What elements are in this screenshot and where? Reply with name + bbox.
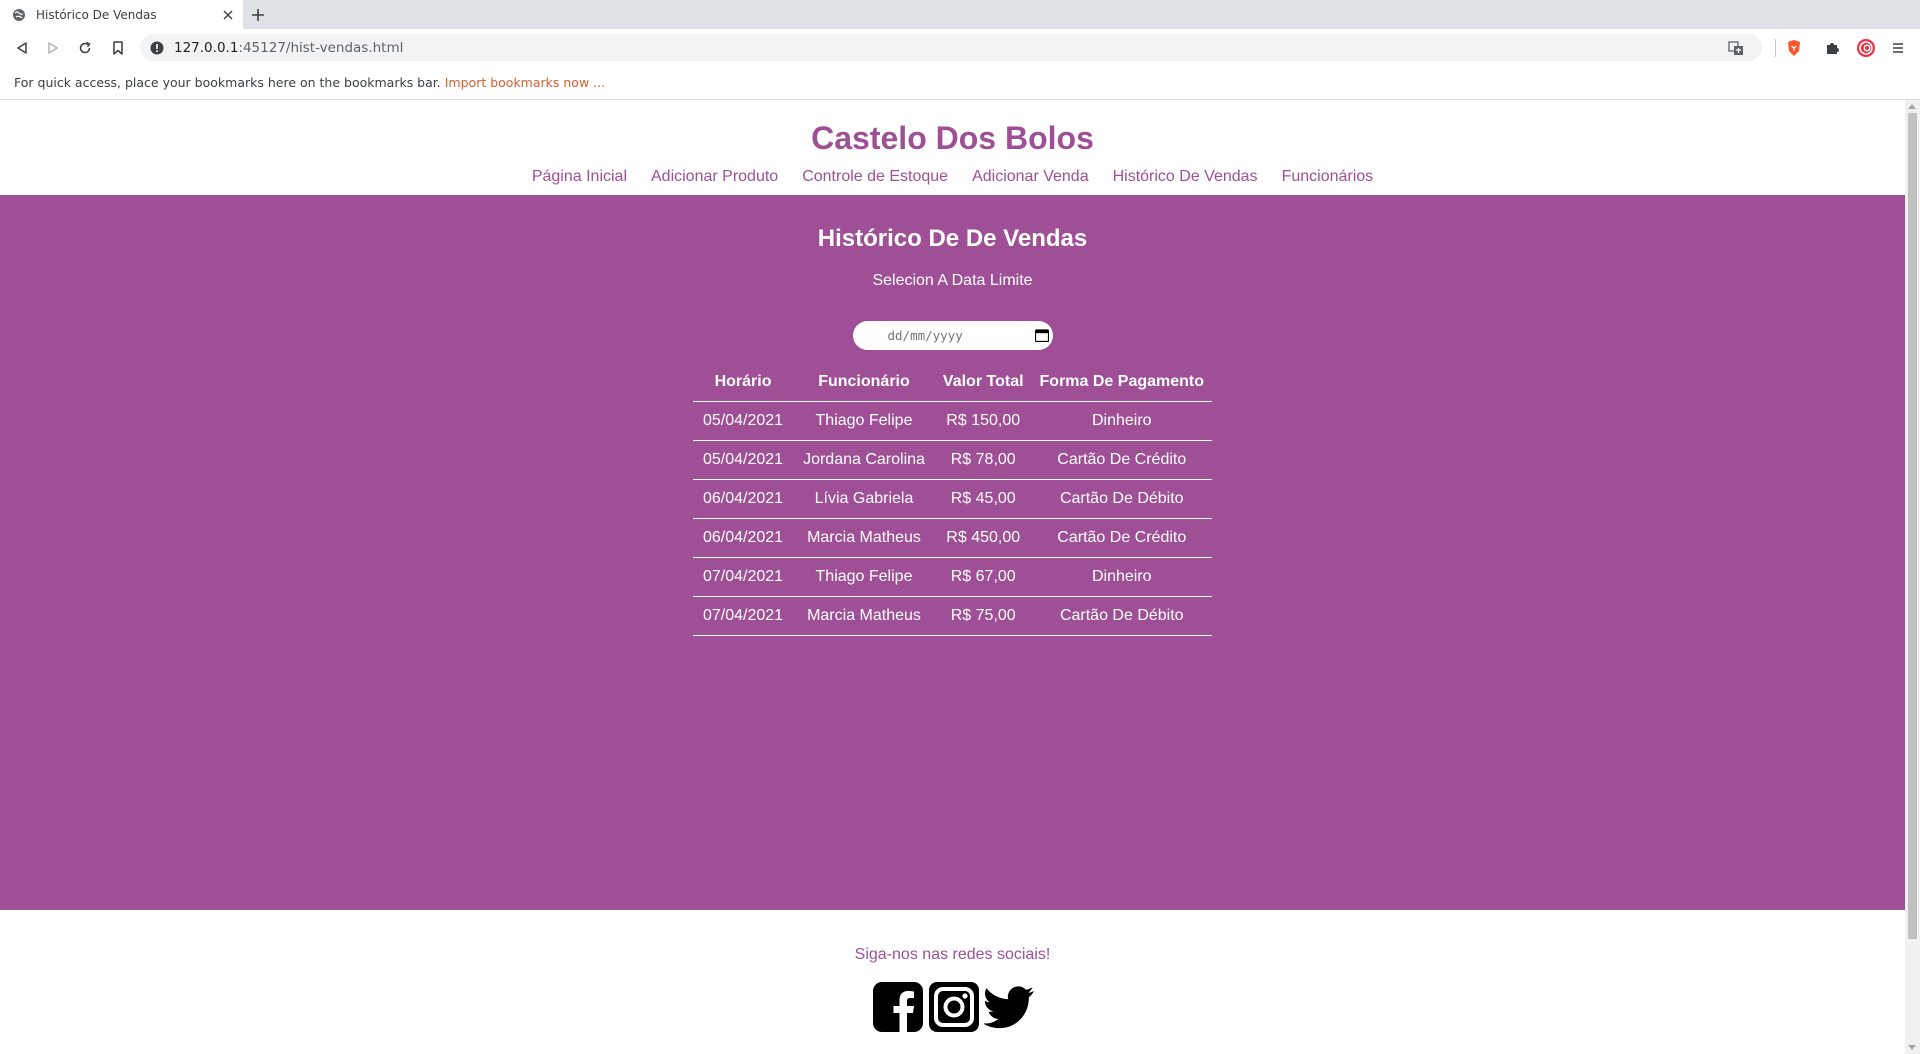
globe-icon (12, 8, 26, 22)
sales-history-section: Histórico De De Vendas Selecion A Data L… (0, 195, 1905, 910)
table-row: 05/04/2021 Thiago Felipe R$ 150,00 Dinhe… (692, 401, 1213, 441)
cell-funcionario: Thiago Felipe (793, 401, 935, 441)
bookmarks-hint: For quick access, place your bookmarks h… (14, 75, 441, 90)
bookmark-icon (113, 41, 123, 55)
hamburger-menu-icon (1893, 43, 1903, 53)
cell-valor-total: R$ 67,00 (934, 557, 1032, 597)
scroll-up-arrow-icon[interactable] (1908, 104, 1916, 109)
cell-horario: 06/04/2021 (692, 479, 794, 519)
url-host: 127.0.0.1 (174, 39, 239, 56)
instagram-icon[interactable] (928, 981, 980, 1033)
url-text: 127.0.0.1:45127/hist-vendas.html (174, 40, 403, 56)
cell-funcionario: Marcia Matheus (793, 518, 935, 558)
calendar-icon[interactable] (1034, 329, 1049, 343)
cell-funcionario: Marcia Matheus (793, 596, 935, 636)
cell-horario: 07/04/2021 (692, 557, 794, 597)
menu-button[interactable] (1888, 38, 1908, 58)
puzzle-icon (1827, 43, 1839, 54)
cell-funcionario: Thiago Felipe (793, 557, 935, 597)
reload-button[interactable] (75, 38, 95, 58)
cell-forma-pagamento: Cartão De Crédito (1031, 518, 1213, 558)
browser-toolbar: 127.0.0.1:45127/hist-vendas.html (0, 29, 1920, 66)
twitter-icon[interactable] (983, 981, 1036, 1033)
cell-forma-pagamento: Cartão De Débito (1031, 479, 1213, 519)
address-bar[interactable]: 127.0.0.1:45127/hist-vendas.html (140, 34, 1762, 61)
facebook-icon[interactable] (872, 981, 924, 1033)
import-bookmarks-link[interactable]: Import bookmarks now ... (445, 75, 605, 90)
cell-funcionario: Jordana Carolina (793, 440, 935, 480)
site-footer: Siga-nos nas redes sociais! (0, 910, 1905, 1033)
plus-icon (252, 9, 264, 21)
main-nav: Página Inicial Adicionar Produto Control… (0, 167, 1905, 187)
cell-horario: 05/04/2021 (692, 401, 794, 441)
nav-link-pagina-inicial[interactable]: Página Inicial (532, 167, 627, 187)
table-row: 06/04/2021 Marcia Matheus R$ 450,00 Cart… (692, 518, 1213, 558)
page-scrollbar[interactable] (1905, 100, 1920, 1054)
cell-forma-pagamento: Cartão De Crédito (1031, 440, 1213, 480)
tab-title: Histórico De Vendas (36, 7, 157, 22)
site-brand: Castelo Dos Bolos (811, 120, 1094, 156)
back-button[interactable] (12, 38, 32, 58)
cell-horario: 05/04/2021 (692, 440, 794, 480)
table-header-row: Horário Funcionário Valor Total Forma De… (692, 362, 1213, 402)
cell-forma-pagamento: Cartão De Débito (1031, 596, 1213, 636)
cell-forma-pagamento: Dinheiro (1031, 557, 1213, 597)
profile-button[interactable] (1856, 38, 1876, 58)
lion-shield-icon (1788, 40, 1800, 56)
nav-link-funcionarios[interactable]: Funcionários (1282, 167, 1374, 187)
page-viewport: Castelo Dos Bolos Página Inicial Adicion… (0, 100, 1905, 1054)
cell-horario: 07/04/2021 (692, 596, 794, 636)
spiral-avatar-icon (1857, 39, 1875, 57)
date-placeholder: dd/mm/yyyy (887, 328, 963, 343)
nav-link-adicionar-produto[interactable]: Adicionar Produto (651, 167, 778, 187)
scrollbar-thumb[interactable] (1908, 113, 1917, 939)
bookmarks-bar: For quick access, place your bookmarks h… (0, 66, 1920, 100)
scroll-down-arrow-icon[interactable] (1908, 1045, 1916, 1050)
column-header-valor-total: Valor Total (934, 362, 1032, 402)
cell-valor-total: R$ 45,00 (934, 479, 1032, 519)
brave-shields-button[interactable] (1784, 38, 1804, 58)
table-row: 05/04/2021 Jordana Carolina R$ 78,00 Car… (692, 440, 1213, 480)
follow-us-text: Siga-nos nas redes sociais! (854, 946, 1051, 963)
cell-valor-total: R$ 78,00 (934, 440, 1032, 480)
forward-button[interactable] (43, 38, 63, 58)
new-tab-button[interactable] (248, 5, 268, 25)
column-header-horario: Horário (692, 362, 794, 402)
back-arrow-icon (17, 42, 27, 54)
cell-valor-total: R$ 450,00 (934, 518, 1032, 558)
nav-link-historico-de-vendas[interactable]: Histórico De Vendas (1113, 167, 1258, 187)
date-limit-input[interactable]: dd/mm/yyyy (852, 321, 1053, 350)
site-header: Castelo Dos Bolos Página Inicial Adicion… (0, 100, 1905, 195)
sales-table: Horário Funcionário Valor Total Forma De… (692, 362, 1213, 636)
forward-arrow-icon (48, 42, 58, 54)
table-row: 07/04/2021 Marcia Matheus R$ 75,00 Cartã… (692, 596, 1213, 636)
page-title: Histórico De De Vendas (817, 225, 1088, 252)
url-path: :45127/hist-vendas.html (238, 39, 404, 56)
nav-link-adicionar-venda[interactable]: Adicionar Venda (972, 167, 1089, 187)
cell-valor-total: R$ 150,00 (934, 401, 1032, 441)
close-icon[interactable] (221, 8, 235, 22)
bookmark-button[interactable] (108, 38, 128, 58)
reload-icon (79, 41, 91, 54)
table-row: 07/04/2021 Thiago Felipe R$ 67,00 Dinhei… (692, 557, 1213, 597)
cell-funcionario: Lívia Gabriela (793, 479, 935, 519)
toolbar-separator (1775, 39, 1776, 57)
column-header-forma-de-pagamento: Forma De Pagamento (1031, 362, 1213, 402)
cell-horario: 06/04/2021 (692, 518, 794, 558)
date-limit-label: Selecion A Data Limite (872, 272, 1033, 289)
table-row: 06/04/2021 Lívia Gabriela R$ 45,00 Cartã… (692, 479, 1213, 519)
cell-valor-total: R$ 75,00 (934, 596, 1032, 636)
nav-link-controle-de-estoque[interactable]: Controle de Estoque (802, 167, 948, 187)
column-header-funcionario: Funcionário (793, 362, 935, 402)
info-icon[interactable] (150, 41, 164, 55)
extensions-button[interactable] (1823, 38, 1843, 58)
translate-icon[interactable] (1728, 40, 1744, 56)
browser-tab[interactable]: Histórico De Vendas (0, 0, 243, 29)
tab-strip: Histórico De Vendas (0, 0, 1920, 29)
cell-forma-pagamento: Dinheiro (1031, 401, 1213, 441)
social-links (2, 981, 1905, 1033)
